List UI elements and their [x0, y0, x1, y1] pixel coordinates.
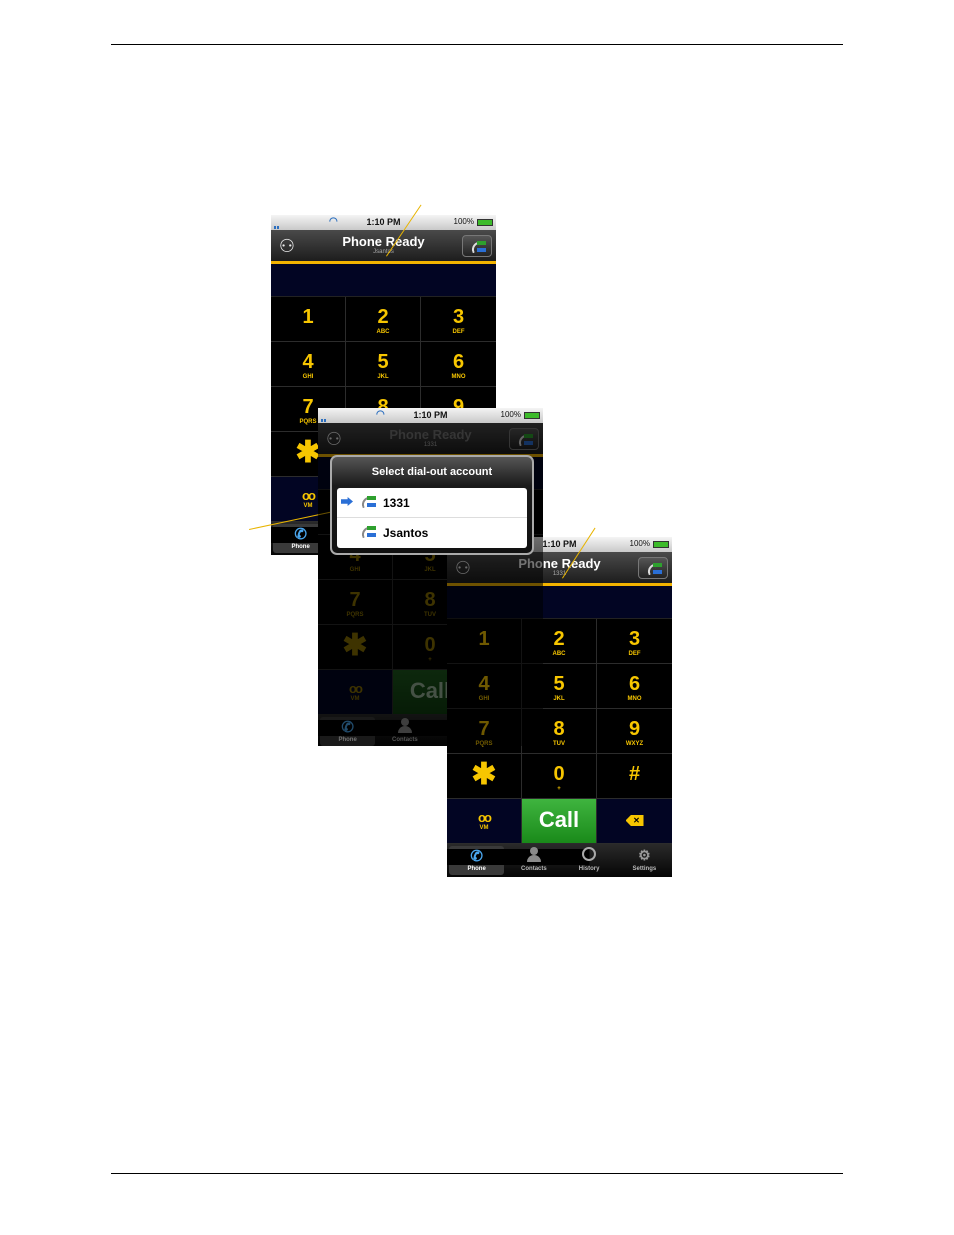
key-digit: 1	[302, 306, 314, 328]
key-6[interactable]: 6MNO	[597, 664, 672, 709]
battery-percent: 100%	[629, 539, 650, 548]
tab-label: Phone	[291, 544, 310, 550]
key-9[interactable]: 9WXYZ	[597, 709, 672, 754]
account-option-jsantos[interactable]: Jsantos	[337, 518, 527, 548]
key-digit: ✱	[471, 758, 497, 791]
battery-icon	[524, 412, 540, 419]
voicemail-label: VM	[479, 825, 489, 831]
voicemail-button[interactable]: ooVM	[447, 799, 522, 844]
call-button[interactable]: Call	[522, 799, 597, 844]
tab-label: Phone	[467, 866, 486, 872]
call-label: Call	[538, 807, 580, 832]
key-2[interactable]: 2ABC	[346, 297, 421, 342]
key-digit: 5	[377, 351, 389, 373]
key-3[interactable]: 3DEF	[421, 297, 496, 342]
key-letters: DEF	[452, 329, 465, 335]
account-option-1331[interactable]: 1331	[337, 488, 527, 518]
status-bar: ◠ 1:10 PM 100%	[318, 408, 543, 423]
account-switch-icon	[469, 240, 486, 254]
account-options: 1331 Jsantos	[337, 488, 527, 548]
battery-percent: 100%	[453, 217, 474, 226]
selected-arrow-icon	[341, 497, 353, 506]
key-letters: JKL	[377, 374, 389, 380]
key-star[interactable]: ✱	[447, 754, 522, 799]
tab-settings[interactable]: ⚙ Settings	[617, 844, 672, 877]
switch-account-button[interactable]	[638, 557, 668, 579]
dialout-account-sheet: Select dial-out account 1331 Jsantos	[330, 455, 534, 555]
delete-button[interactable]: ✕	[597, 799, 672, 844]
key-4[interactable]: 4GHI	[271, 342, 346, 387]
key-letters: DEF	[628, 651, 641, 657]
clock-icon	[582, 847, 597, 861]
key-letters: ABC	[376, 329, 390, 335]
dial-display	[271, 264, 496, 297]
key-digit: 3	[628, 628, 641, 650]
key-letters: +	[557, 786, 561, 792]
key-hash[interactable]: #	[597, 754, 672, 799]
phone-screen-select-account: ◠ 1:10 PM 100% ⚇ Phone Ready 1331 1 2ABC…	[318, 408, 543, 746]
key-1[interactable]: 1	[271, 297, 346, 342]
voicemail-icon: oo	[478, 810, 492, 825]
battery-icon	[653, 541, 669, 548]
tab-history[interactable]: History	[562, 844, 617, 877]
key-digit: 0	[553, 763, 565, 785]
key-5[interactable]: 5JKL	[346, 342, 421, 387]
header-rule	[111, 44, 843, 45]
account-icon	[359, 495, 376, 509]
key-digit: #	[628, 763, 641, 785]
key-6[interactable]: 6MNO	[421, 342, 496, 387]
switch-account-button[interactable]	[462, 235, 492, 257]
account-switch-icon	[645, 562, 662, 576]
nav-bar: ⚇ Phone Ready Jsantos	[271, 230, 496, 264]
key-letters: MNO	[451, 374, 466, 380]
account-icon	[359, 525, 376, 539]
backspace-icon: ✕	[625, 815, 644, 826]
tab-contacts[interactable]: Contacts	[506, 844, 561, 877]
account-label: Jsantos	[383, 526, 429, 540]
tab-label: History	[578, 866, 600, 872]
tab-phone[interactable]: ✆Phone	[447, 846, 590, 875]
tab-label: Contacts	[521, 866, 547, 872]
sheet-title: Select dial-out account	[371, 466, 493, 478]
key-0[interactable]: 0+	[522, 754, 597, 799]
key-3[interactable]: 3DEF	[597, 619, 672, 664]
key-digit: 2	[377, 306, 389, 328]
key-letters: GHI	[302, 374, 314, 380]
account-label: 1331	[383, 496, 410, 510]
tab-bar: ✆Phone Contacts History ⚙ Settings	[447, 844, 672, 877]
battery-icon	[477, 219, 493, 226]
gear-icon: ⚙	[638, 847, 651, 863]
key-digit: 9	[628, 718, 641, 740]
tab-label: Settings	[632, 866, 657, 872]
key-digit: 6	[628, 673, 641, 695]
footer-rule	[111, 1173, 843, 1174]
key-letters: WXYZ	[625, 741, 644, 747]
status-bar: ◠ 1:10 PM 100%	[271, 215, 496, 230]
key-digit: 4	[302, 351, 314, 373]
person-icon	[526, 847, 541, 862]
battery-percent: 100%	[500, 410, 521, 419]
key-letters: MNO	[627, 696, 642, 702]
key-digit: 6	[452, 351, 465, 373]
key-digit: 3	[452, 306, 465, 328]
